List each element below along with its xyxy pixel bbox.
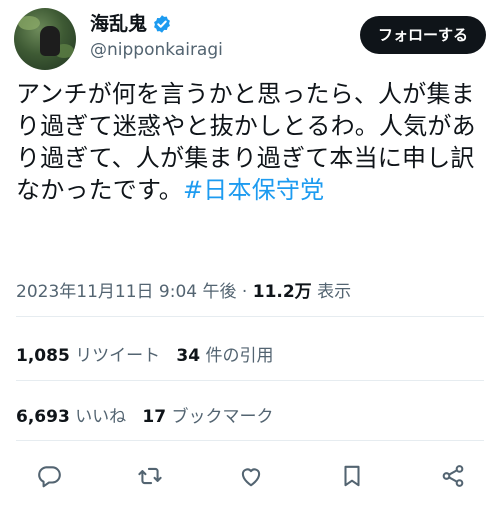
share-icon[interactable] (440, 463, 466, 489)
quotes-count: 34 (176, 346, 201, 366)
likes-stat[interactable]: 6,693 いいね (16, 407, 126, 427)
views-count: 11.2万 (252, 282, 312, 302)
stats-row-1: 1,085 リツイート 34 件の引用 (16, 341, 273, 366)
bookmarks-count: 17 (142, 407, 167, 427)
divider (16, 440, 484, 441)
avatar[interactable] (14, 8, 76, 70)
display-name[interactable]: 海乱鬼 (90, 12, 147, 36)
name-row: 海乱鬼 (90, 12, 172, 36)
divider (16, 316, 484, 317)
retweet-icon[interactable] (137, 463, 163, 489)
user-handle[interactable]: @nipponkairagi (90, 40, 223, 60)
timestamp[interactable]: 2023年11月11日 9:04 午後 (16, 282, 237, 302)
retweets-stat[interactable]: 1,085 リツイート (16, 346, 160, 366)
meta-separator: · (241, 282, 248, 302)
quotes-label: 件の引用 (205, 346, 274, 366)
tweet-meta: 2023年11月11日 9:04 午後 · 11.2万 表示 (16, 277, 351, 302)
tweet-text: アンチが何を言うかと思ったら、人が集まり過ぎて迷惑やと抜かしとるわ。人気があり過… (16, 78, 486, 206)
action-bar (36, 460, 466, 492)
quotes-stat[interactable]: 34 件の引用 (176, 346, 273, 366)
divider (16, 380, 484, 381)
follow-button[interactable]: フォローする (359, 16, 486, 54)
bookmarks-label: ブックマーク (171, 407, 274, 427)
views-label: 表示 (317, 282, 352, 302)
avatar-figure (40, 26, 60, 56)
likes-count: 6,693 (16, 407, 70, 427)
reply-icon[interactable] (36, 463, 62, 489)
avatar-foliage (18, 16, 40, 30)
tweet-header: 海乱鬼 @nipponkairagi フォローする (14, 8, 486, 70)
retweets-label: リツイート (75, 346, 161, 366)
stats-row-2: 6,693 いいね 17 ブックマーク (16, 402, 273, 427)
verified-badge-icon (154, 15, 170, 33)
retweets-count: 1,085 (16, 346, 70, 366)
bookmarks-stat[interactable]: 17 ブックマーク (142, 407, 273, 427)
heart-icon[interactable] (238, 463, 264, 489)
hashtag-link[interactable]: #日本保守党 (183, 176, 324, 204)
likes-label: いいね (75, 407, 127, 427)
bookmark-icon[interactable] (339, 463, 365, 489)
